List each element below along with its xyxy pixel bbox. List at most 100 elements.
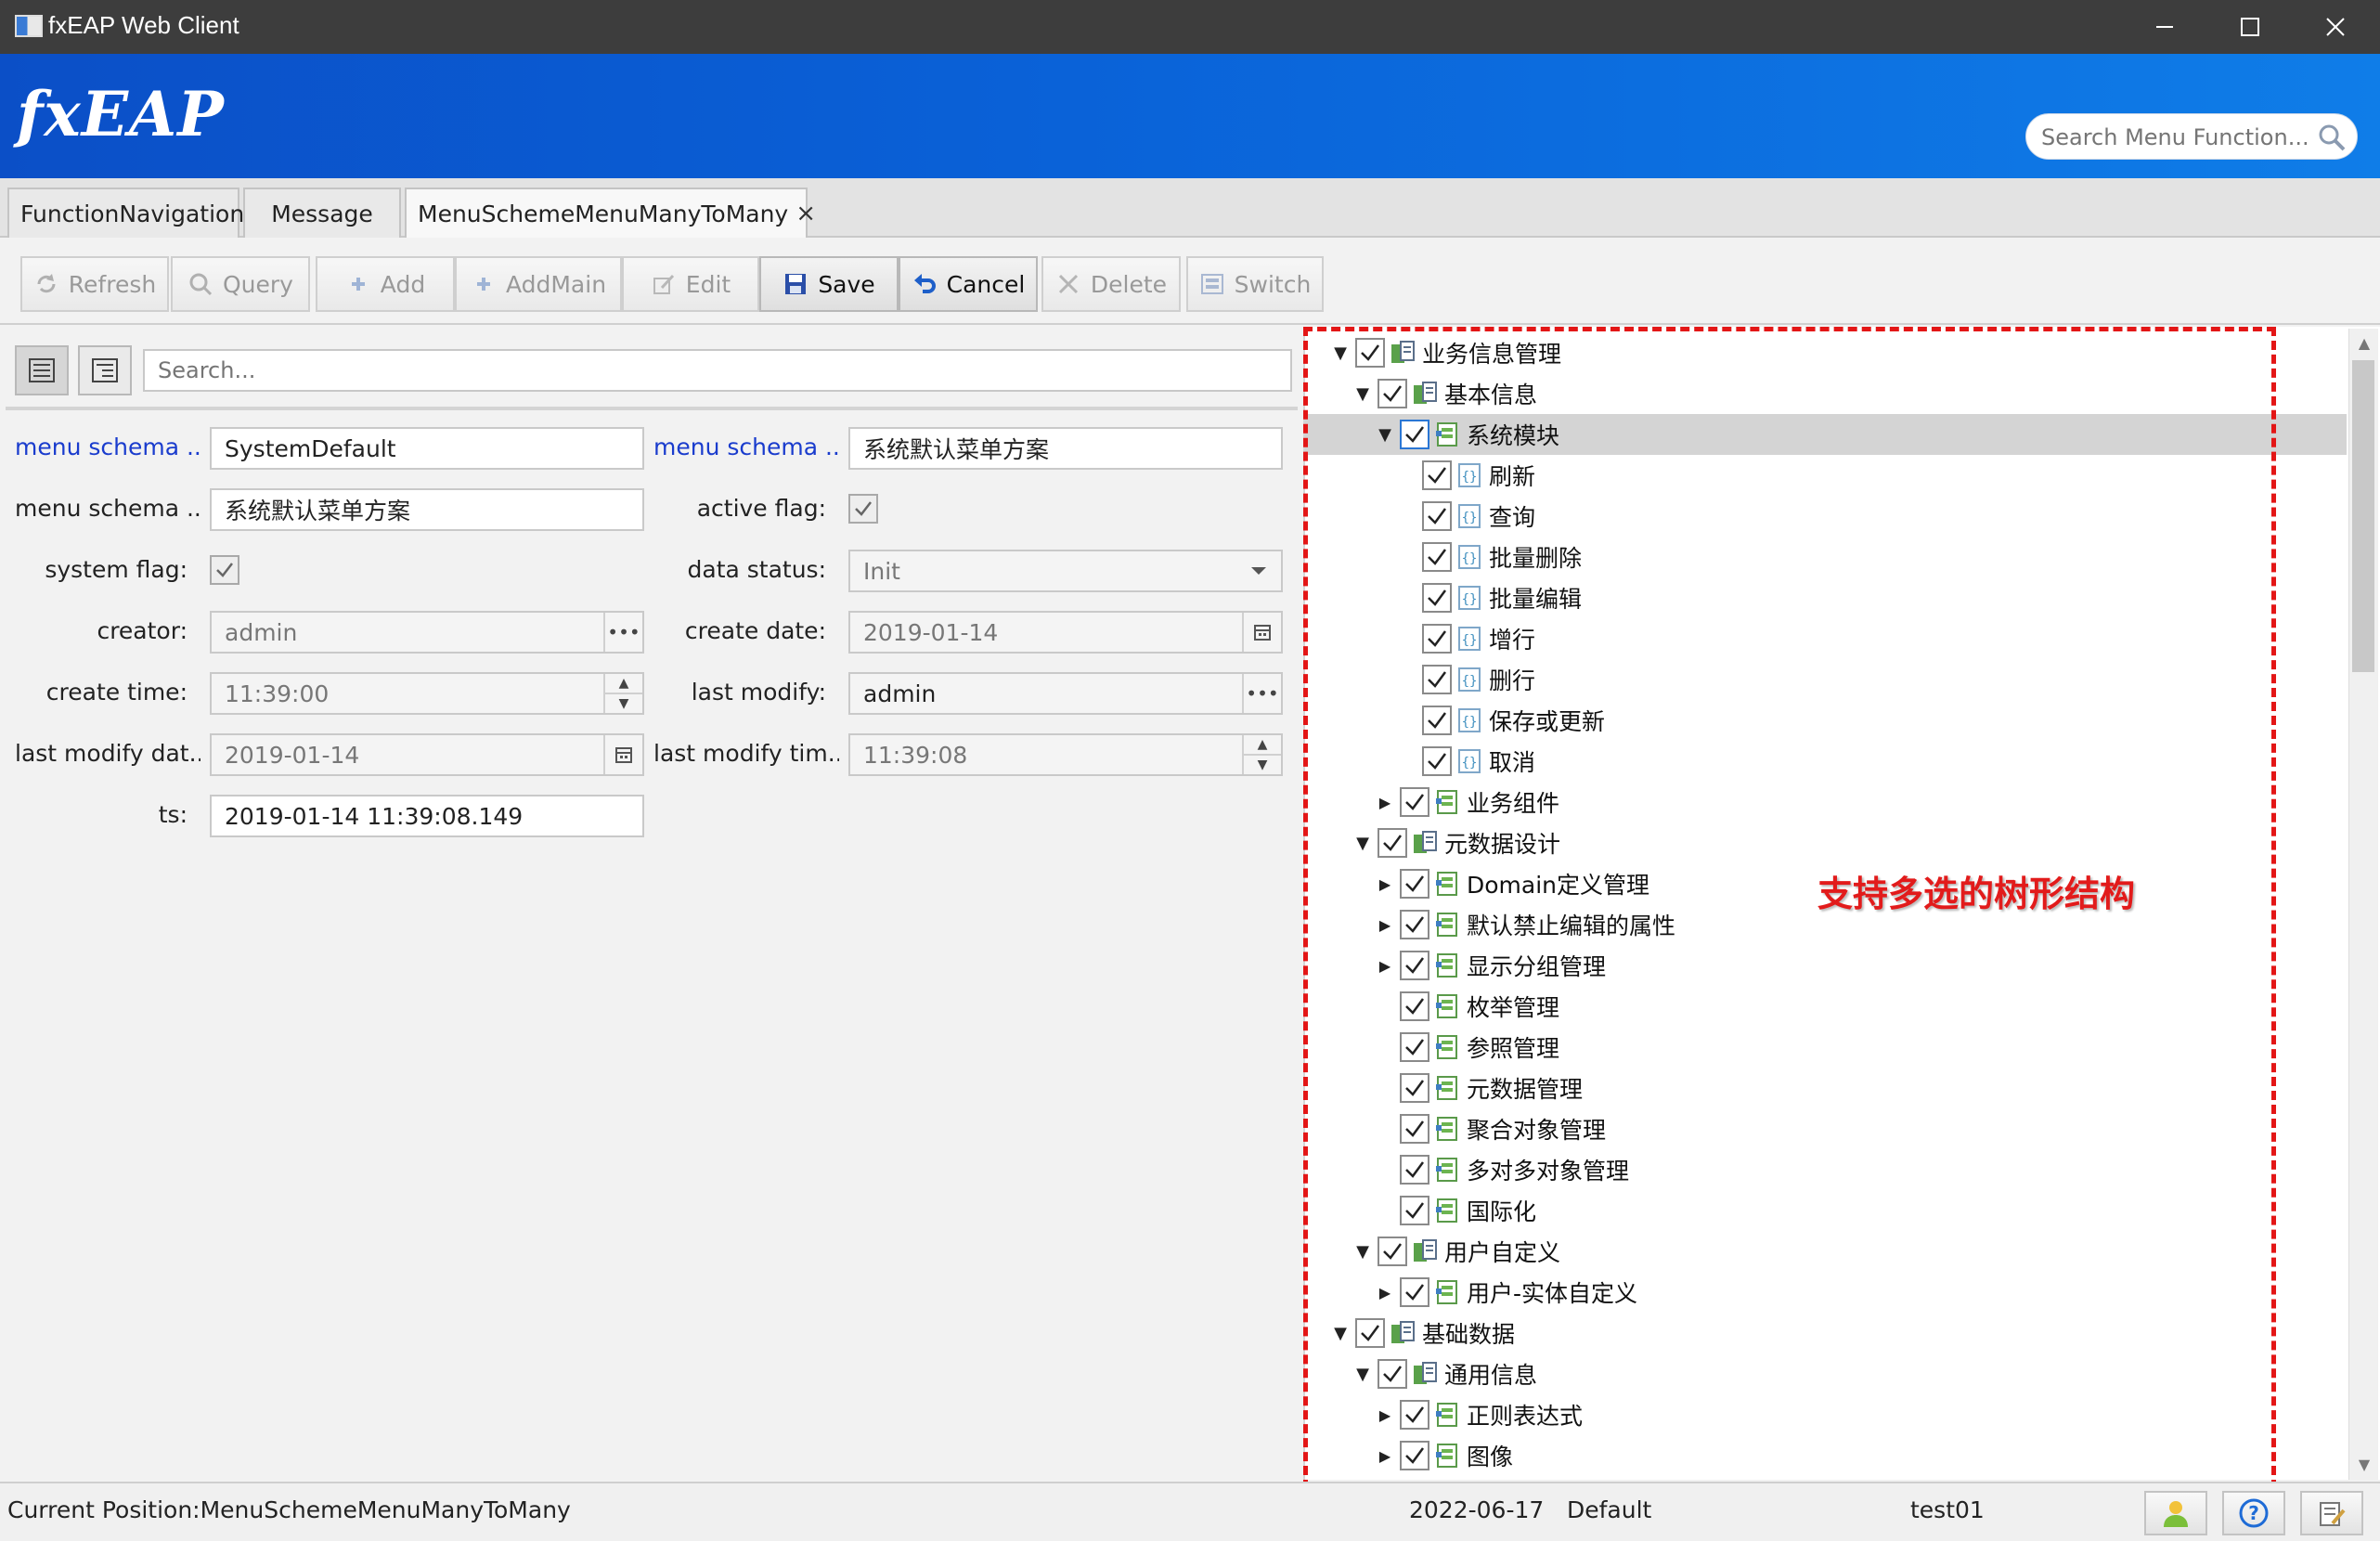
menu-search-input[interactable] [2041,122,2310,153]
data-status-select[interactable]: Init [848,550,1283,592]
create-date-field[interactable]: 2019-01-14 [848,611,1283,654]
last-modify-date-field[interactable]: 2019-01-14 [210,733,644,776]
create-time-value: 11:39:00 [225,680,330,707]
app-logo: fxEAP [17,78,225,150]
ellipsis-icon[interactable]: ••• [603,613,642,652]
help-button[interactable]: ? [2222,1491,2285,1535]
save-button[interactable]: Save [759,256,899,312]
switch-icon [1200,274,1223,294]
detail-view-button[interactable] [78,345,132,395]
tab-label: MenuSchemeMenuManyToMany [418,200,789,227]
scroll-up-icon[interactable]: ▲ [2349,329,2379,358]
creator-label: creator: [97,617,188,644]
minimize-icon [2156,26,2173,28]
ts-field[interactable]: 2019-01-14 11:39:08.149 [210,795,644,837]
edit-icon [653,274,674,294]
cancel-button[interactable]: Cancel [899,256,1038,312]
tab-label: FunctionNavigation [20,200,245,227]
menu-schema-code-label[interactable]: menu schema ... [15,427,200,468]
menu-schema-desc-label: menu schema ... [15,495,200,522]
refresh-icon [37,274,56,293]
menu-schema-desc-field[interactable]: 系统默认菜单方案 [210,488,644,531]
form-divider [6,407,1298,410]
checkmark-icon [216,563,233,577]
addmain-button[interactable]: AddMain [455,256,622,312]
magnifier-icon[interactable] [2316,122,2348,153]
system-flag-checkbox[interactable] [210,555,239,585]
status-user: test01 [1910,1496,1985,1523]
scroll-down-icon[interactable]: ▼ [2349,1450,2379,1480]
switch-button[interactable]: Switch [1186,256,1324,312]
ts-value: 2019-01-14 11:39:08.149 [225,802,524,830]
form-search-input[interactable] [143,349,1292,392]
svg-text:?: ? [2248,1502,2259,1524]
time-spinner[interactable]: ▲ ▼ [1242,735,1281,774]
tab-menu-scheme-many-to-many[interactable]: MenuSchemeMenuManyToMany × [405,188,816,238]
add-label: Add [380,270,426,298]
ellipsis-icon[interactable]: ••• [1242,674,1281,713]
detail-form-panel: menu schema ... SystemDefault menu schem… [0,327,1300,1480]
menu-schema-name-field[interactable]: 系统默认菜单方案 [848,427,1283,470]
status-bar: Current Position:MenuSchemeMenuManyToMan… [0,1482,2380,1541]
window-title: fxEAP Web Client [48,11,239,39]
calendar-icon[interactable] [1242,613,1281,652]
last-modify-value: admin [863,680,937,707]
app-icon [15,15,43,37]
add-button[interactable]: Add [316,256,455,312]
tab-close-icon[interactable]: × [795,200,816,227]
tab-message[interactable]: Message [243,188,401,238]
minimize-button[interactable] [2122,0,2207,54]
outline-view-icon [92,358,118,382]
spinner-up-icon[interactable]: ▲ [605,674,642,694]
maximize-icon [2241,18,2259,36]
close-button[interactable] [2293,0,2378,54]
menu-schema-code-field[interactable]: SystemDefault [210,427,644,470]
delete-button[interactable]: Delete [1041,256,1181,312]
time-spinner[interactable]: ▲ ▼ [603,674,642,713]
help-icon: ? [2239,1498,2269,1528]
query-button[interactable]: Query [171,256,310,312]
ts-label: ts: [158,801,188,828]
delete-label: Delete [1090,270,1168,298]
calendar-icon[interactable] [603,735,642,774]
spinner-down-icon[interactable]: ▼ [1244,756,1281,774]
creator-field[interactable]: admin ••• [210,611,644,654]
notes-button[interactable] [2300,1491,2363,1535]
user-button[interactable] [2144,1491,2207,1535]
active-flag-checkbox[interactable] [848,494,878,524]
refresh-button[interactable]: Refresh [20,256,169,312]
menu-schema-name-label[interactable]: menu schema ... [653,427,839,468]
menu-schema-desc-value: 系统默认菜单方案 [225,498,411,524]
tree-annotation-text: 支持多选的树形结构 [1817,874,2136,914]
card-view-button[interactable] [15,345,69,395]
status-scheme: Default [1567,1496,1652,1523]
status-date: 2022-06-17 [1409,1496,1545,1523]
active-flag-label: active flag: [696,495,826,522]
refresh-label: Refresh [68,270,157,298]
spinner-down-icon[interactable]: ▼ [605,694,642,713]
last-modify-time-label: last modify tim... [653,740,839,767]
data-status-value: Init [863,557,900,585]
edit-button[interactable]: Edit [622,256,759,312]
spinner-up-icon[interactable]: ▲ [1244,735,1281,756]
checkmark-icon [855,501,872,516]
create-time-field[interactable]: 11:39:00 ▲ ▼ [210,672,644,715]
maximize-button[interactable] [2207,0,2293,54]
tab-label: Message [271,200,373,227]
cancel-label: Cancel [946,270,1026,298]
create-date-label: create date: [684,617,826,644]
delete-icon [1058,274,1078,294]
chevron-down-icon [1251,567,1266,575]
last-modify-field[interactable]: admin ••• [848,672,1283,715]
query-label: Query [223,270,293,298]
last-modify-time-field[interactable]: 11:39:08 ▲ ▼ [848,733,1283,776]
tab-function-navigation[interactable]: FunctionNavigation [7,188,244,238]
tree-scroll-thumb[interactable] [2352,360,2374,672]
system-flag-label: system flag: [45,556,188,583]
notes-icon [2320,1502,2346,1526]
switch-label: Switch [1234,270,1312,298]
menu-search-box[interactable] [2025,113,2358,160]
menu-schema-name-value: 系统默认菜单方案 [863,436,1050,463]
last-modify-time-value: 11:39:08 [863,741,968,769]
close-icon [2326,18,2345,36]
